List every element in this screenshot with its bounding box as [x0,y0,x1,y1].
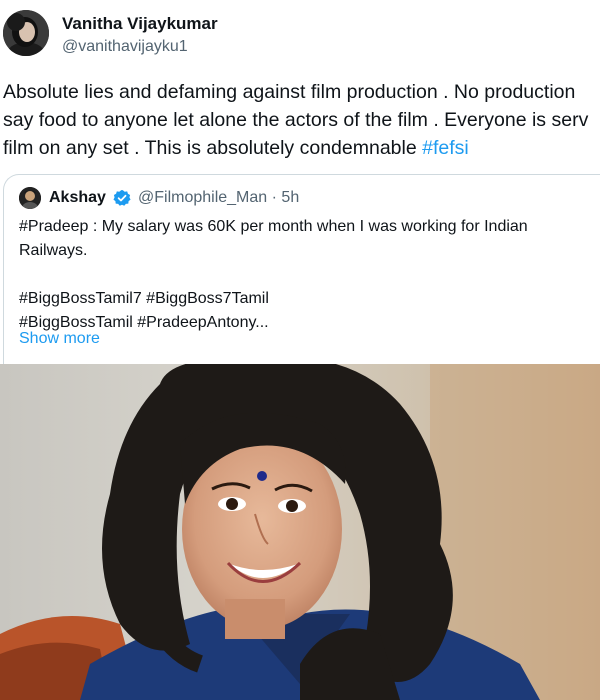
attached-photo[interactable] [0,364,600,700]
show-more-link[interactable]: Show more [19,330,100,348]
quoted-author-avatar[interactable] [19,187,41,209]
tweet-header: Vanitha Vijaykumar @vanithavijayku1 [0,0,600,64]
quoted-author-handle[interactable]: @Filmophile_Man [138,189,267,206]
quoted-tweet-body: #Pradeep : My salary was 60K per month w… [19,215,600,335]
meta-separator: · [271,189,277,206]
quoted-timestamp[interactable]: 5h [281,189,299,206]
tweet-text-line: Absolute lies and defaming against film … [3,81,576,103]
author-avatar[interactable] [3,10,49,56]
author-handle[interactable]: @vanithavijayku1 [62,38,188,56]
author-name[interactable]: Vanitha Vijaykumar [62,14,218,34]
quoted-author-name[interactable]: Akshay [49,189,106,207]
quoted-tweet[interactable]: Akshay @Filmophile_Man · 5h #Pradeep : M… [3,174,600,365]
quoted-text-line: #Pradeep : My salary was 60K per month w… [19,218,528,235]
tweet-text-fragment: film on any set . This is absolutely con… [3,137,423,159]
tweet-text-line: say food to anyone let alone the actors … [3,109,589,131]
quoted-author-meta: @Filmophile_Man · 5h [138,189,299,207]
tweet-body: Absolute lies and defaming against film … [3,78,600,162]
quoted-hashtag-line: #BiggBossTamil #PradeepAntony... [19,314,269,331]
verified-badge-icon [113,189,131,207]
tweet-text-line: film on any set . This is absolutely con… [3,134,600,162]
hashtag-link[interactable]: #fefsi [422,137,469,159]
quoted-text-line: Railways. [19,242,88,259]
quoted-hashtag-line: #BiggBossTamil7 #BiggBoss7Tamil [19,290,269,307]
